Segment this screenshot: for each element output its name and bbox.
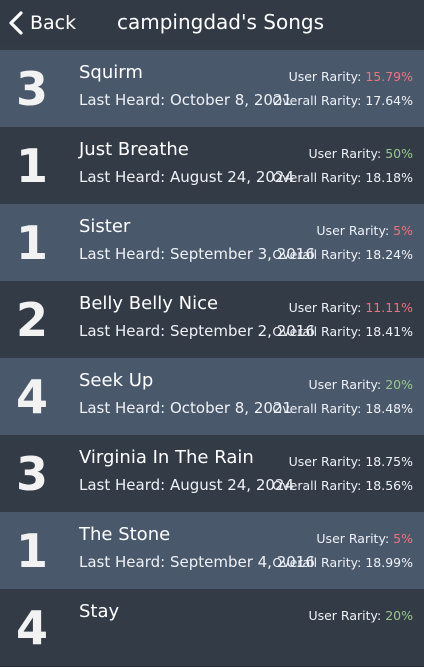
overall-rarity: Overall Rarity: 18.18% bbox=[272, 170, 413, 185]
rank-number: 3 bbox=[15, 447, 48, 501]
rank-number: 2 bbox=[15, 293, 48, 347]
overall-rarity-label: Overall Rarity: bbox=[272, 401, 362, 416]
song-title: Stay bbox=[79, 601, 120, 622]
nav-header: Back campingdad's Songs bbox=[0, 0, 424, 46]
overall-rarity-label: Overall Rarity: bbox=[272, 555, 362, 570]
song-row[interactable]: 4 Stay User Rarity: 20% bbox=[0, 589, 424, 667]
chevron-left-icon bbox=[9, 11, 23, 35]
user-rarity-value: 50% bbox=[385, 146, 413, 161]
song-row[interactable]: 3 Squirm Last Heard: October 8, 2021 User R… bbox=[0, 50, 424, 128]
rank-number: 3 bbox=[15, 62, 48, 116]
user-rarity-label: User Rarity: bbox=[308, 608, 382, 623]
overall-rarity: Overall Rarity: 18.56% bbox=[272, 478, 413, 493]
overall-rarity: Overall Rarity: 18.99% bbox=[272, 555, 413, 570]
song-row[interactable]: 1 Just Breathe Last Heard: August 24, 2024… bbox=[0, 127, 424, 205]
song-row[interactable]: 1 The Stone Last Heard: September 4, 2016 U… bbox=[0, 512, 424, 590]
overall-rarity-label: Overall Rarity: bbox=[272, 93, 362, 108]
song-title: The Stone bbox=[79, 524, 171, 545]
overall-rarity-label: Overall Rarity: bbox=[272, 324, 362, 339]
song-row[interactable]: 3 Virginia In The Rain Last Heard: August … bbox=[0, 435, 424, 513]
overall-rarity-value: 18.41% bbox=[365, 324, 413, 339]
overall-rarity: Overall Rarity: 18.24% bbox=[272, 247, 413, 262]
overall-rarity-value: 18.48% bbox=[365, 401, 413, 416]
song-title: Belly Belly Nice bbox=[79, 293, 219, 314]
overall-rarity-value: 18.99% bbox=[365, 555, 413, 570]
user-rarity-label: User Rarity: bbox=[308, 377, 382, 392]
rank-number: 4 bbox=[15, 601, 48, 655]
overall-rarity-value: 18.56% bbox=[365, 478, 413, 493]
song-title: Virginia In The Rain bbox=[79, 447, 254, 468]
user-rarity: User Rarity: 5% bbox=[316, 223, 413, 238]
user-rarity: User Rarity: 20% bbox=[308, 377, 413, 392]
user-rarity-label: User Rarity: bbox=[316, 223, 390, 238]
user-rarity-value: 20% bbox=[385, 608, 413, 623]
song-title: Squirm bbox=[79, 62, 143, 83]
rank-number: 1 bbox=[15, 524, 48, 578]
user-rarity-value: 18.75% bbox=[365, 454, 413, 469]
user-rarity: User Rarity: 18.75% bbox=[289, 454, 413, 469]
back-label: Back bbox=[30, 12, 77, 34]
user-rarity-label: User Rarity: bbox=[288, 69, 362, 84]
overall-rarity-label: Overall Rarity: bbox=[272, 170, 362, 185]
user-rarity-value: 5% bbox=[393, 531, 413, 546]
rank-number: 1 bbox=[15, 139, 48, 193]
user-rarity-label: User Rarity: bbox=[316, 531, 390, 546]
overall-rarity-value: 18.18% bbox=[365, 170, 413, 185]
user-rarity-value: 11.11% bbox=[365, 300, 413, 315]
overall-rarity-label: Overall Rarity: bbox=[272, 478, 362, 493]
overall-rarity-label: Overall Rarity: bbox=[272, 247, 362, 262]
overall-rarity: Overall Rarity: 18.48% bbox=[272, 401, 413, 416]
user-rarity: User Rarity: 11.11% bbox=[289, 300, 413, 315]
back-button[interactable]: Back bbox=[8, 9, 76, 37]
user-rarity-label: User Rarity: bbox=[308, 146, 382, 161]
song-title: Sister bbox=[79, 216, 131, 237]
user-rarity: User Rarity: 5% bbox=[316, 531, 413, 546]
page-title: campingdad's Songs bbox=[117, 10, 325, 34]
song-title: Seek Up bbox=[79, 370, 154, 391]
last-heard: Last Heard: August 24, 2024 bbox=[79, 168, 295, 186]
overall-rarity: Overall Rarity: 17.64% bbox=[272, 93, 413, 108]
user-rarity: User Rarity: 20% bbox=[308, 608, 413, 623]
last-heard: Last Heard: October 8, 2021 bbox=[79, 91, 293, 109]
song-row[interactable]: 4 Seek Up Last Heard: October 8, 2021 User … bbox=[0, 358, 424, 436]
user-rarity-value: 20% bbox=[385, 377, 413, 392]
rank-number: 1 bbox=[15, 216, 48, 270]
overall-rarity-value: 17.64% bbox=[365, 93, 413, 108]
user-rarity-value: 5% bbox=[393, 223, 413, 238]
user-rarity-label: User Rarity: bbox=[288, 454, 362, 469]
overall-rarity: Overall Rarity: 18.41% bbox=[272, 324, 413, 339]
user-rarity-label: User Rarity: bbox=[288, 300, 362, 315]
overall-rarity-value: 18.24% bbox=[365, 247, 413, 262]
song-title: Just Breathe bbox=[79, 139, 189, 160]
song-row[interactable]: 1 Sister Last Heard: September 3, 2016 User… bbox=[0, 204, 424, 282]
rank-number: 4 bbox=[15, 370, 48, 424]
user-rarity: User Rarity: 50% bbox=[308, 146, 413, 161]
last-heard: Last Heard: August 24, 2024 bbox=[79, 476, 295, 494]
user-rarity: User Rarity: 15.79% bbox=[289, 69, 413, 84]
last-heard: Last Heard: October 8, 2021 bbox=[79, 399, 293, 417]
user-rarity-value: 15.79% bbox=[365, 69, 413, 84]
song-row[interactable]: 2 Belly Belly Nice Last Heard: September 2… bbox=[0, 281, 424, 359]
